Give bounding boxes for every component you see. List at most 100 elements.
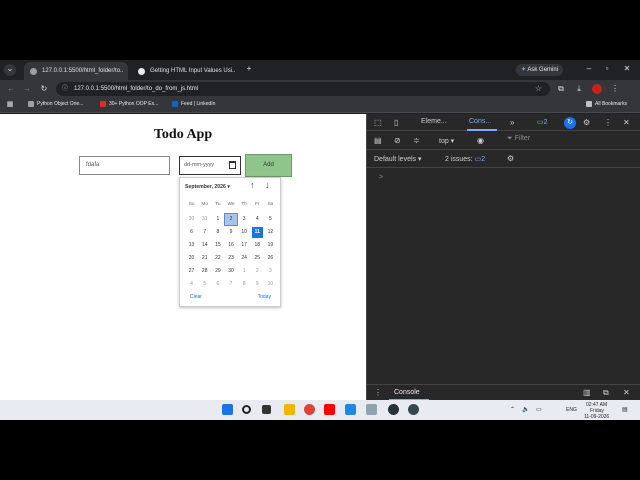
vscode-icon[interactable] — [345, 404, 356, 415]
drawer-tab-console[interactable]: Console — [394, 389, 420, 396]
calendar-day[interactable]: 10 — [265, 279, 276, 290]
calendar-icon[interactable] — [229, 161, 236, 169]
menu-icon[interactable]: ⋮ — [610, 84, 620, 94]
file-explorer-icon[interactable] — [284, 404, 295, 415]
calendar-day[interactable]: 6 — [186, 227, 197, 238]
calendar-day[interactable]: 3 — [239, 214, 250, 225]
calendar-day[interactable]: 7 — [225, 279, 236, 290]
calendar-day[interactable]: 4 — [186, 279, 197, 290]
undock-icon[interactable]: ⧉ — [603, 388, 609, 398]
inspect-element-icon[interactable]: ⬚ — [374, 118, 382, 128]
tab-search-icon[interactable]: ⌄ — [4, 64, 16, 76]
calendar-day[interactable]: 5 — [265, 214, 276, 225]
close-drawer-icon[interactable]: ✕ — [623, 388, 630, 398]
profile-avatar[interactable] — [592, 84, 602, 94]
clock-date[interactable]: 11-09-2026 — [584, 414, 609, 420]
calendar-day[interactable]: 2 — [252, 266, 263, 277]
drawer-menu-icon[interactable]: ⋮ — [374, 388, 382, 398]
calendar-day[interactable]: 21 — [199, 253, 210, 264]
calendar-day[interactable]: 16 — [225, 240, 236, 251]
calendar-day[interactable]: 27 — [186, 266, 197, 277]
obs-icon[interactable] — [408, 404, 419, 415]
console-prompt[interactable]: > — [379, 174, 383, 181]
calendar-day[interactable]: 19 — [265, 240, 276, 251]
task-input[interactable]: fdafa — [79, 156, 170, 175]
calendar-day[interactable]: 4 — [252, 214, 263, 225]
ai-assistance-icon[interactable]: ↻ — [564, 117, 576, 129]
calendar-day[interactable]: 9 — [252, 279, 263, 290]
calendar-day[interactable]: 30 — [186, 214, 197, 225]
calendar-day[interactable]: 22 — [212, 253, 223, 264]
calendar-day[interactable]: 18 — [252, 240, 263, 251]
add-button[interactable]: Add — [245, 154, 292, 177]
calendar-day[interactable]: 1 — [212, 214, 223, 225]
reload-icon[interactable]: ↻ — [39, 84, 49, 94]
calendar-day[interactable]: 10 — [239, 227, 250, 238]
more-tabs-icon[interactable]: » — [510, 118, 514, 128]
search-icon[interactable] — [242, 405, 251, 414]
live-expression-icon[interactable]: ≑ — [413, 136, 420, 146]
clear-console-icon[interactable]: ⊘ — [394, 136, 401, 146]
tab-elements[interactable]: Eleme... — [421, 118, 447, 125]
calendar-day[interactable]: 2 — [224, 213, 238, 226]
apps-grid-icon[interactable]: ▦ — [6, 100, 14, 110]
eye-icon[interactable]: ◉ — [477, 136, 484, 146]
tab-active[interactable]: 127.0.0.1:5500/html_folder/to.. ✕ — [24, 62, 128, 80]
next-month-icon[interactable]: ↓ — [265, 180, 270, 190]
bookmark-star-icon[interactable]: ☆ — [535, 82, 542, 96]
calendar-day[interactable]: 8 — [239, 279, 250, 290]
notification-icon[interactable]: ▤ — [622, 406, 628, 413]
tab-console[interactable]: Cons... — [469, 118, 491, 125]
settings-gear-icon[interactable]: ⚙ — [583, 118, 590, 128]
calendar-day[interactable]: 17 — [239, 240, 250, 251]
forward-icon[interactable]: → — [22, 84, 32, 94]
sidebar-toggle-icon[interactable]: ▤ — [374, 136, 382, 146]
extensions-icon[interactable]: ⧉ — [556, 84, 566, 94]
new-tab-icon[interactable]: + — [244, 64, 254, 74]
calendar-day[interactable]: 5 — [199, 279, 210, 290]
volume-icon[interactable]: 🔈 — [522, 406, 529, 413]
calendar-day[interactable]: 26 — [265, 253, 276, 264]
youtube-icon[interactable] — [324, 404, 335, 415]
back-icon[interactable]: ← — [6, 84, 16, 94]
bookmark-item[interactable]: Feed | LinkedIn — [172, 101, 215, 107]
calendar-day[interactable]: 31 — [199, 214, 210, 225]
previous-month-icon[interactable]: ↑ — [250, 180, 255, 190]
calendar-day[interactable]: 25 — [252, 253, 263, 264]
calendar-day[interactable]: 14 — [199, 240, 210, 251]
close-devtools-icon[interactable]: ✕ — [623, 118, 630, 128]
calendar-day[interactable]: 1 — [239, 266, 250, 277]
app-icon[interactable] — [388, 404, 399, 415]
calendar-day[interactable]: 20 — [186, 253, 197, 264]
language-indicator[interactable]: ENG — [566, 407, 577, 413]
issues-counter[interactable]: 2 issues: ▭2 — [445, 155, 485, 163]
calendar-day[interactable]: 13 — [186, 240, 197, 251]
calendar-day[interactable]: 15 — [212, 240, 223, 251]
window-close-icon[interactable]: ✕ — [622, 64, 632, 74]
calendar-day[interactable]: 29 — [212, 266, 223, 277]
tab-inactive[interactable]: Getting HTML Input Values Usi.. ✕ — [132, 62, 240, 80]
calendar-day[interactable]: 8 — [212, 227, 223, 238]
bookmark-item[interactable]: Python Object Orie... — [28, 101, 83, 107]
chrome-icon[interactable] — [304, 404, 315, 415]
calendar-day[interactable]: 23 — [225, 253, 236, 264]
calendar-day-selected[interactable]: 11 — [251, 227, 263, 238]
calendar-day[interactable]: 6 — [212, 279, 223, 290]
default-levels-dropdown[interactable]: Default levels ▾ — [374, 155, 422, 163]
site-info-icon[interactable]: ⓘ — [62, 82, 68, 96]
bookmark-item[interactable]: 30+ Python OOP Ex... — [100, 101, 158, 107]
dock-side-icon[interactable]: ▥ — [583, 388, 591, 398]
calendar-day[interactable]: 12 — [265, 227, 276, 238]
date-input[interactable]: dd-mm-yyyy — [179, 156, 241, 175]
tray-chevron-icon[interactable]: ⌃ — [510, 406, 515, 413]
calendar-day[interactable]: 24 — [239, 253, 250, 264]
context-selector[interactable]: top ▾ — [439, 137, 454, 145]
calendar-day[interactable]: 3 — [265, 266, 276, 277]
minimize-icon[interactable]: – — [584, 64, 594, 74]
console-settings-icon[interactable]: ⚙ — [507, 154, 514, 164]
calendar-day[interactable]: 9 — [225, 227, 236, 238]
issues-badge[interactable]: ▭2 — [537, 118, 548, 128]
device-toolbar-icon[interactable]: ▯ — [394, 118, 398, 128]
more-options-icon[interactable]: ⋮ — [604, 118, 612, 128]
filter-input[interactable]: ⏷ Filter — [507, 135, 637, 147]
